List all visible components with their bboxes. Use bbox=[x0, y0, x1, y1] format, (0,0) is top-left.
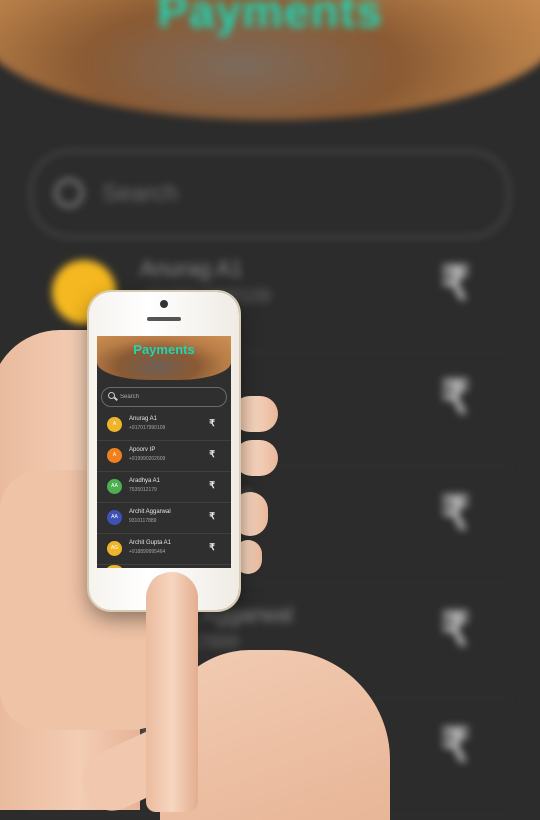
background-search-placeholder: Search bbox=[102, 180, 179, 207]
contact-name: Archit Aggarwal bbox=[129, 509, 171, 515]
contact-phone: +919990202609 bbox=[129, 456, 166, 462]
background-title: Payments bbox=[157, 0, 383, 37]
background-rupee-icon: ₹ bbox=[440, 371, 470, 423]
camera-icon bbox=[160, 300, 168, 308]
search-input[interactable] bbox=[120, 390, 220, 404]
background-contact-name: Anurag A1 bbox=[140, 256, 243, 281]
contact-name: Apoorv IP bbox=[129, 447, 156, 453]
contact-name: Aradhya A1 bbox=[129, 478, 161, 484]
contact-phone: +917017990109 bbox=[129, 425, 166, 431]
contact-name: Anurag A1 bbox=[129, 416, 158, 422]
contact-list: A Anurag A1 +917017990109 ₹ A Apoorv IP … bbox=[97, 410, 231, 565]
contact-phone: 9310117889 bbox=[129, 518, 157, 524]
background-rupee-icon: ₹ bbox=[440, 487, 470, 539]
avatar: AG bbox=[107, 541, 122, 556]
contact-row[interactable]: A Apoorv IP +919990202609 ₹ bbox=[97, 441, 231, 472]
contact-row[interactable]: AA Aradhya A1 7535012179 ₹ bbox=[97, 472, 231, 503]
phone-screen: Payments A Anurag A1 +917017990109 ₹ A A… bbox=[97, 336, 231, 568]
background-rupee-icon: ₹ bbox=[440, 257, 470, 309]
pay-rupee-button[interactable]: ₹ bbox=[209, 511, 215, 522]
avatar: A bbox=[107, 417, 122, 432]
search-icon bbox=[54, 178, 84, 208]
pay-rupee-button[interactable]: ₹ bbox=[209, 418, 215, 429]
phone-device: Payments A Anurag A1 +917017990109 ₹ A A… bbox=[89, 292, 239, 610]
avatar: A bbox=[107, 448, 122, 463]
background-search-bar: Search bbox=[30, 150, 510, 238]
avatar: AA bbox=[107, 510, 122, 525]
pay-rupee-button[interactable]: ₹ bbox=[209, 480, 215, 491]
search-bar[interactable] bbox=[101, 387, 227, 407]
page-title: Payments bbox=[133, 342, 195, 357]
contact-phone: 7535012179 bbox=[129, 487, 157, 493]
pay-rupee-button[interactable]: ₹ bbox=[209, 449, 215, 460]
contact-row[interactable]: A Anurag A1 +917017990109 ₹ bbox=[97, 410, 231, 441]
contact-name: Archit Gupta A1 bbox=[129, 540, 172, 546]
search-icon bbox=[108, 392, 115, 399]
background-rupee-icon: ₹ bbox=[440, 719, 470, 771]
pay-rupee-button[interactable]: ₹ bbox=[209, 542, 215, 553]
background-rupee-icon: ₹ bbox=[440, 603, 470, 655]
speaker-grille bbox=[147, 317, 181, 321]
contact-row[interactable]: AA Archit Aggarwal 9310117889 ₹ bbox=[97, 503, 231, 534]
avatar bbox=[107, 565, 122, 568]
left-finger bbox=[234, 440, 278, 476]
avatar: AA bbox=[107, 479, 122, 494]
contact-phone: +918899995464 bbox=[129, 549, 166, 555]
contact-row[interactable]: AG Archit Gupta A1 +918899995464 ₹ bbox=[97, 534, 231, 565]
tapping-index-finger bbox=[146, 572, 198, 812]
